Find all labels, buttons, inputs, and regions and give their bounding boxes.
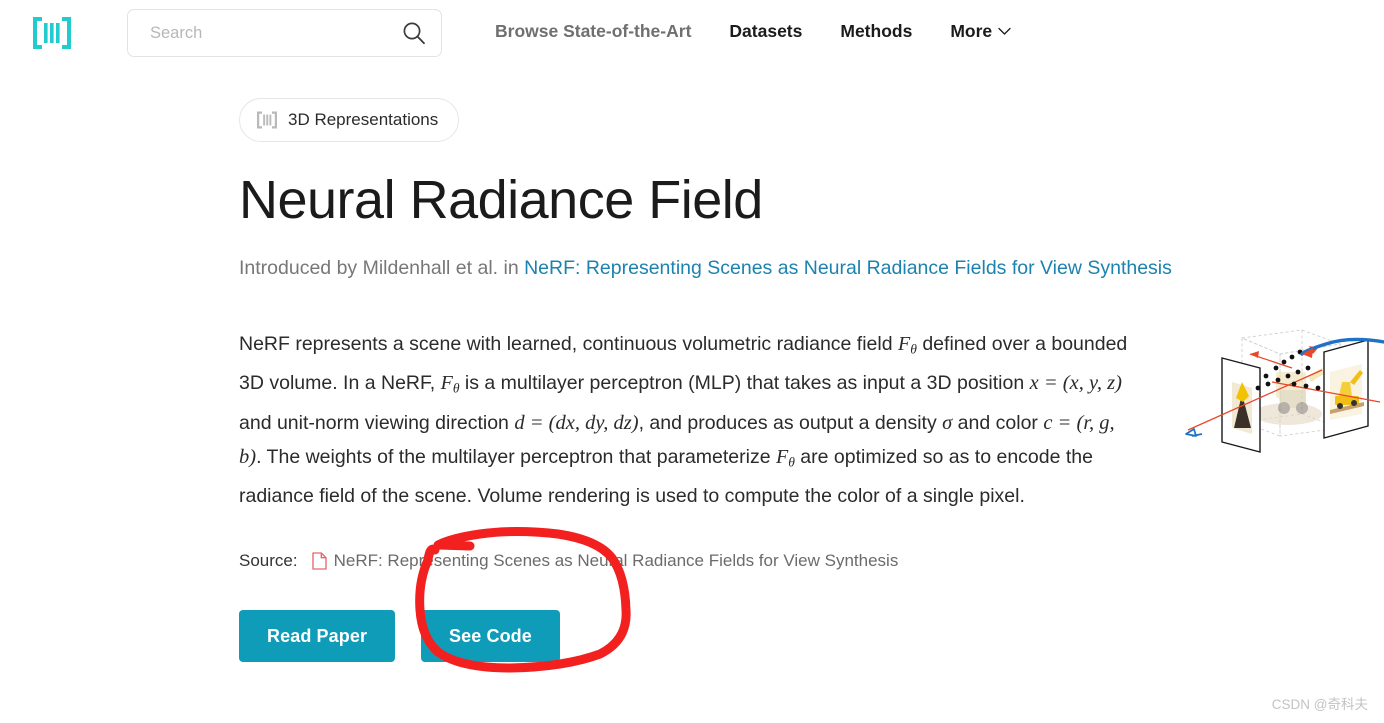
source-row: Source: NeRF: Representing Scenes as Neu… bbox=[239, 551, 1239, 571]
nav-more-label: More bbox=[950, 20, 993, 41]
desc-part-6: and color bbox=[952, 411, 1044, 434]
main-navigation: Browse State-of-the-Art Datasets Methods… bbox=[495, 0, 1011, 62]
search-box[interactable] bbox=[127, 9, 442, 57]
method-description: NeRF represents a scene with learned, co… bbox=[239, 327, 1139, 513]
action-buttons: Read Paper See Code bbox=[239, 610, 1239, 663]
desc-part-3: is a multilayer perceptron (MLP) that ta… bbox=[459, 372, 1030, 395]
document-icon bbox=[311, 552, 327, 570]
math-F-theta-3: Fθ bbox=[775, 445, 795, 470]
desc-part-4: and unit-norm viewing direction bbox=[239, 411, 515, 434]
category-logo-icon bbox=[257, 111, 277, 129]
math-direction-vector: d = (dx, dy, dz) bbox=[514, 411, 639, 434]
math-sigma: σ bbox=[942, 411, 953, 434]
nav-more[interactable]: More bbox=[950, 21, 1011, 42]
search-icon[interactable] bbox=[401, 20, 427, 46]
site-header: Browse State-of-the-Art Datasets Methods… bbox=[0, 0, 1384, 66]
source-label: Source: bbox=[239, 551, 298, 571]
search-input[interactable] bbox=[150, 23, 401, 43]
page-title: Neural Radiance Field bbox=[239, 170, 763, 230]
subtitle-prefix: Introduced by Mildenhall et al. in bbox=[239, 256, 525, 279]
watermark: CSDN @奇科夫 bbox=[1271, 697, 1368, 712]
read-paper-button[interactable]: Read Paper bbox=[239, 610, 396, 663]
nav-browse-sota[interactable]: Browse State-of-the-Art bbox=[495, 21, 691, 42]
nav-datasets[interactable]: Datasets bbox=[729, 21, 802, 42]
subtitle-paper-link[interactable]: NeRF: Representing Scenes as Neural Radi… bbox=[524, 257, 1172, 279]
desc-part-5: , and produces as output a density bbox=[638, 411, 943, 434]
math-F-theta-2: Fθ bbox=[440, 372, 460, 396]
category-badge-label: 3D Representations bbox=[288, 110, 439, 129]
desc-part-1: NeRF represents a scene with learned, co… bbox=[239, 333, 899, 356]
nerf-ray-sampling-diagram bbox=[1185, 329, 1384, 453]
page-subtitle: Introduced by Mildenhall et al. in NeRF:… bbox=[239, 256, 1239, 281]
chevron-down-icon bbox=[998, 27, 1011, 35]
nav-methods[interactable]: Methods bbox=[840, 21, 912, 42]
paperswithcode-logo-icon[interactable] bbox=[31, 14, 73, 52]
see-code-button[interactable]: See Code bbox=[421, 610, 560, 663]
math-position-vector: x = (x, y, z) bbox=[1029, 372, 1122, 395]
math-F-theta-1: Fθ bbox=[898, 333, 917, 357]
main-content: 3D Representations Neural Radiance Field… bbox=[239, 98, 1239, 663]
desc-part-7: . The weights of the multilayer perceptr… bbox=[256, 445, 776, 468]
category-badge[interactable]: 3D Representations bbox=[239, 98, 460, 142]
source-paper-link[interactable]: NeRF: Representing Scenes as Neural Radi… bbox=[334, 551, 899, 571]
